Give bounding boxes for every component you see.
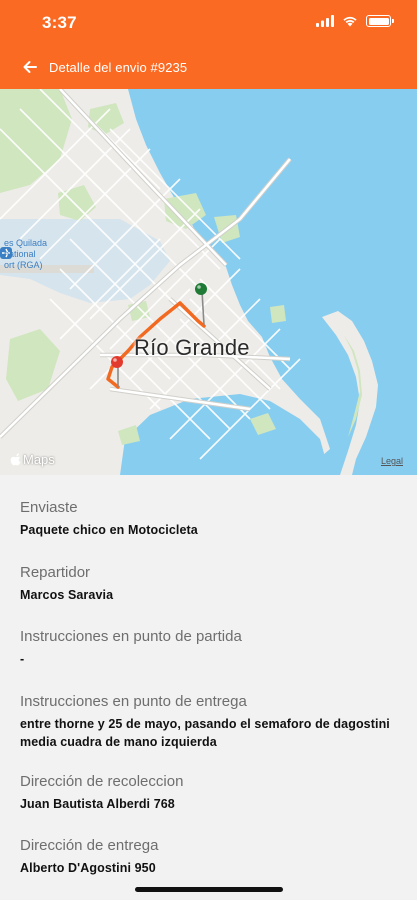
city-label: Río Grande — [134, 335, 250, 360]
apple-logo-icon — [10, 453, 21, 466]
status-bar: 3:37 — [0, 0, 417, 46]
page-title: Detalle del envio #9235 — [49, 60, 188, 75]
detail-value: entre thorne y 25 de mayo, pasando el se… — [20, 717, 390, 749]
detail-label: Repartidor — [20, 564, 91, 581]
status-icons — [316, 15, 394, 27]
maps-attribution[interactable]: Maps — [10, 452, 55, 467]
detail-value: Alberto D'Agostini 950 — [20, 861, 156, 875]
detail-label: Instrucciones en punto de partida — [20, 628, 242, 645]
route-map[interactable]: es Quilada national ort (RGA) Río Grande… — [0, 89, 417, 475]
detail-value: Paquete chico en Motocicleta — [20, 523, 198, 537]
app-header: 3:37 Detalle del envio #9235 — [0, 0, 417, 89]
detail-label: Enviaste — [20, 499, 78, 516]
wifi-icon — [343, 16, 357, 27]
detail-pickup-instructions: Instrucciones en punto de partida - — [20, 628, 400, 668]
app-bar: Detalle del envio #9235 — [0, 52, 417, 82]
detail-pickup-address: Dirección de recoleccion Juan Bautista A… — [20, 773, 400, 813]
detail-value: Juan Bautista Alberdi 768 — [20, 797, 175, 811]
maps-attribution-text: Maps — [23, 452, 55, 467]
detail-sent: Enviaste Paquete chico en Motocicleta — [20, 499, 400, 539]
battery-icon — [366, 15, 394, 27]
detail-label: Dirección de recoleccion — [20, 773, 184, 790]
detail-label: Instrucciones en punto de entrega — [20, 693, 247, 710]
detail-delivery-address: Dirección de entrega Alberto D'Agostini … — [20, 837, 400, 877]
home-indicator[interactable] — [135, 887, 283, 892]
detail-value: Marcos Saravia — [20, 588, 114, 602]
detail-value: - — [20, 652, 25, 666]
map-canvas — [0, 89, 417, 475]
back-button[interactable] — [18, 55, 42, 79]
detail-label: Dirección de entrega — [20, 837, 159, 854]
detail-delivery-instructions: Instrucciones en punto de entrega entre … — [20, 693, 400, 751]
status-time: 3:37 — [42, 13, 77, 32]
arrow-left-icon — [23, 61, 37, 73]
detail-courier: Repartidor Marcos Saravia — [20, 564, 400, 604]
legal-link[interactable]: Legal — [381, 456, 403, 466]
signal-icon — [316, 15, 334, 27]
shipment-details: Enviaste Paquete chico en Motocicleta Re… — [0, 475, 417, 900]
airport-label: es Quilada national ort (RGA) — [4, 238, 48, 270]
